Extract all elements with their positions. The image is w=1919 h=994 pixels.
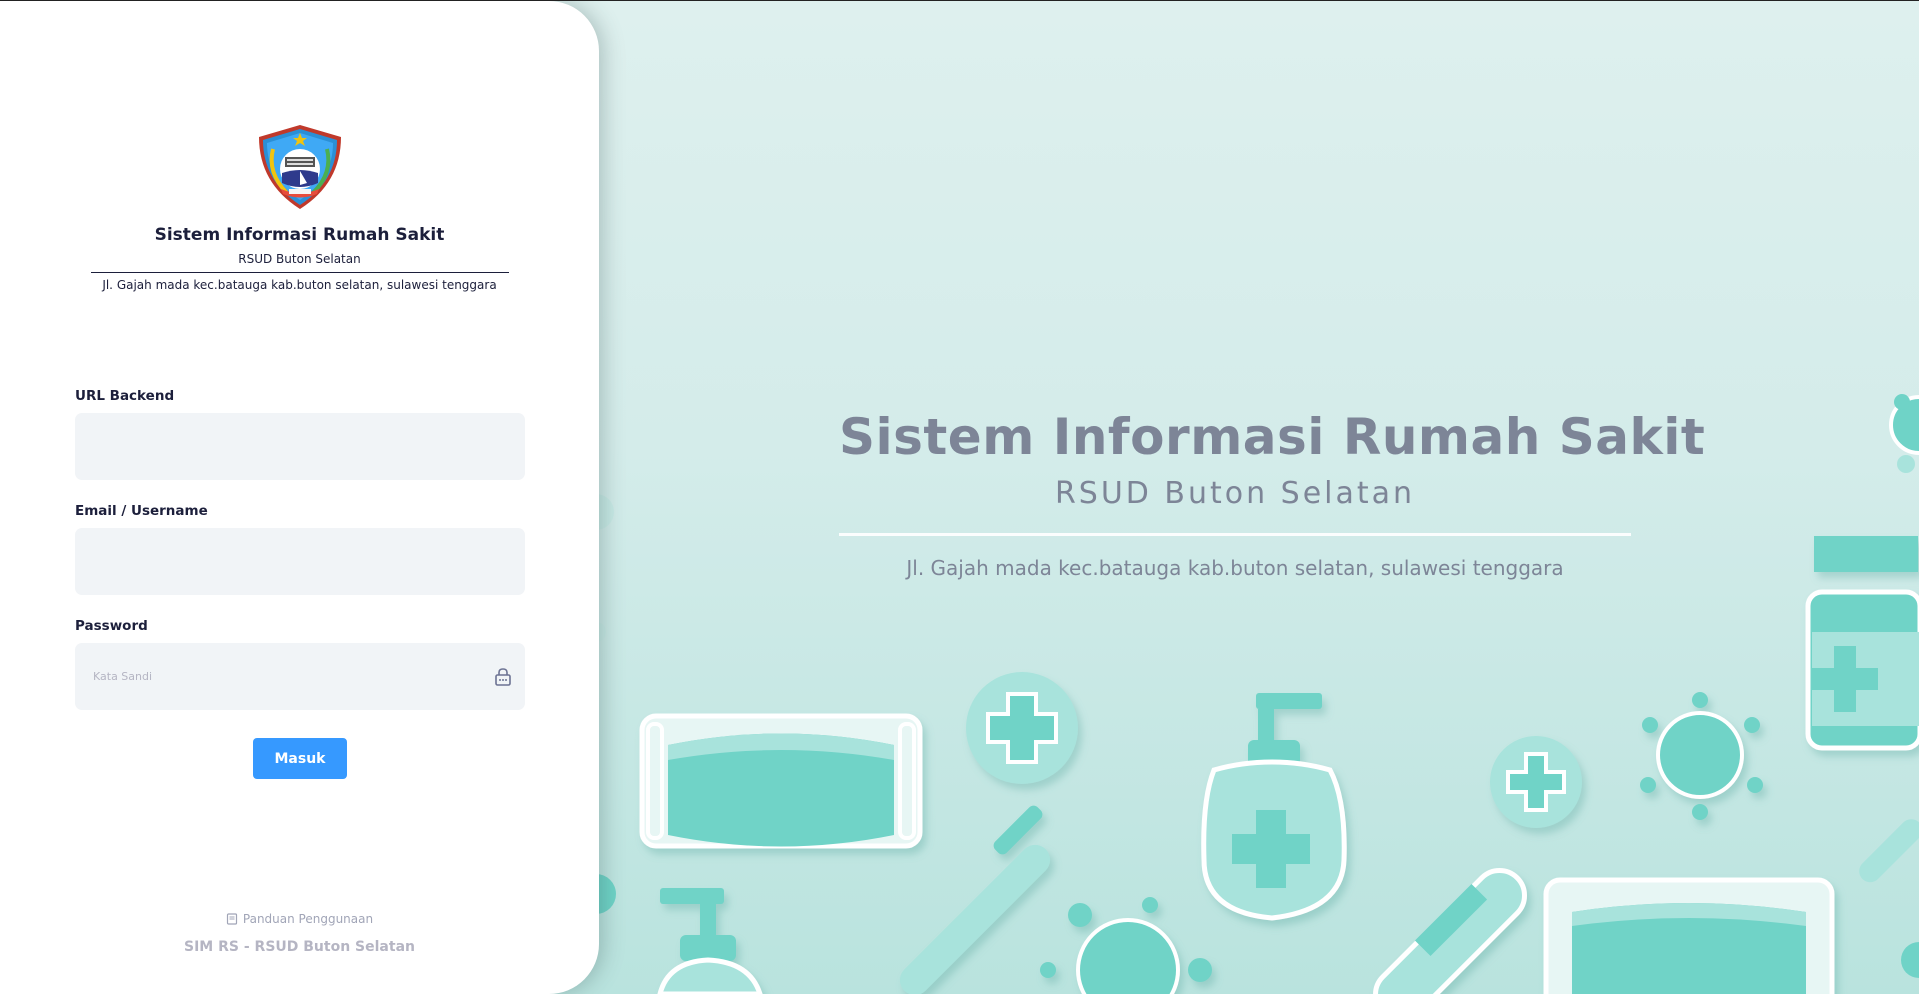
url-backend-input-wrapper bbox=[75, 413, 525, 480]
decor-shape bbox=[1859, 819, 1919, 883]
login-panel: Sistem Informasi Rumah Sakit RSUD Buton … bbox=[0, 1, 599, 994]
medicine-bottle-illustration bbox=[1805, 536, 1919, 751]
sanitizer-bottle-illustration bbox=[657, 888, 763, 994]
brand-title: Sistem Informasi Rumah Sakit bbox=[154, 225, 445, 245]
sanitizer-bottle-illustration bbox=[1201, 693, 1347, 921]
login-form: URL Backend Email / Username Password Ma… bbox=[75, 386, 525, 779]
login-button[interactable]: Masuk bbox=[253, 738, 347, 779]
plus-bubble-illustration bbox=[966, 672, 1078, 784]
face-mask-illustration bbox=[639, 713, 923, 849]
brand-header: Sistem Informasi Rumah Sakit RSUD Buton … bbox=[0, 123, 599, 293]
thermometer-illustration bbox=[1373, 868, 1527, 994]
password-input[interactable] bbox=[75, 643, 525, 710]
password-label: Password bbox=[75, 618, 148, 634]
lock-icon[interactable] bbox=[493, 667, 513, 687]
brand-subtitle: RSUD Buton Selatan bbox=[238, 252, 361, 266]
hero-title: Sistem Informasi Rumah Sakit bbox=[839, 408, 1706, 466]
submit-row: Masuk bbox=[75, 738, 525, 779]
virus-illustration bbox=[1040, 897, 1212, 994]
hero-subtitle: RSUD Buton Selatan bbox=[1054, 476, 1416, 511]
plus-bubble-illustration bbox=[1490, 736, 1582, 828]
user-guide-link[interactable]: Panduan Penggunaan bbox=[226, 911, 373, 928]
brand-address: Jl. Gajah mada kec.batauga kab.buton sel… bbox=[102, 278, 497, 292]
virus-illustration bbox=[1889, 394, 1919, 473]
password-input-wrapper bbox=[75, 643, 525, 710]
email-username-input-wrapper bbox=[75, 528, 525, 595]
hero-text-block: Sistem Informasi Rumah Sakit RSUD Buton … bbox=[839, 402, 1706, 582]
email-username-label: Email / Username bbox=[75, 503, 208, 519]
url-backend-input[interactable] bbox=[75, 413, 525, 480]
brand-divider bbox=[90, 272, 509, 273]
email-username-input[interactable] bbox=[75, 528, 525, 595]
copyright-text: SIM RS - RSUD Buton Selatan bbox=[184, 939, 415, 955]
book-icon bbox=[226, 913, 237, 925]
regency-logo-icon bbox=[258, 125, 341, 209]
url-backend-label: URL Backend bbox=[75, 388, 175, 404]
panel-footer: Panduan Penggunaan SIM RS - RSUD Buton S… bbox=[0, 910, 599, 957]
decor-bubble bbox=[1901, 942, 1919, 978]
hero-address: Jl. Gajah mada kec.batauga kab.buton sel… bbox=[906, 556, 1564, 580]
virus-illustration bbox=[1640, 692, 1763, 820]
window-top-border bbox=[0, 0, 1919, 1]
face-mask-illustration bbox=[1543, 877, 1835, 994]
hero-divider bbox=[839, 533, 1631, 536]
user-guide-label: Panduan Penggunaan bbox=[242, 911, 374, 926]
